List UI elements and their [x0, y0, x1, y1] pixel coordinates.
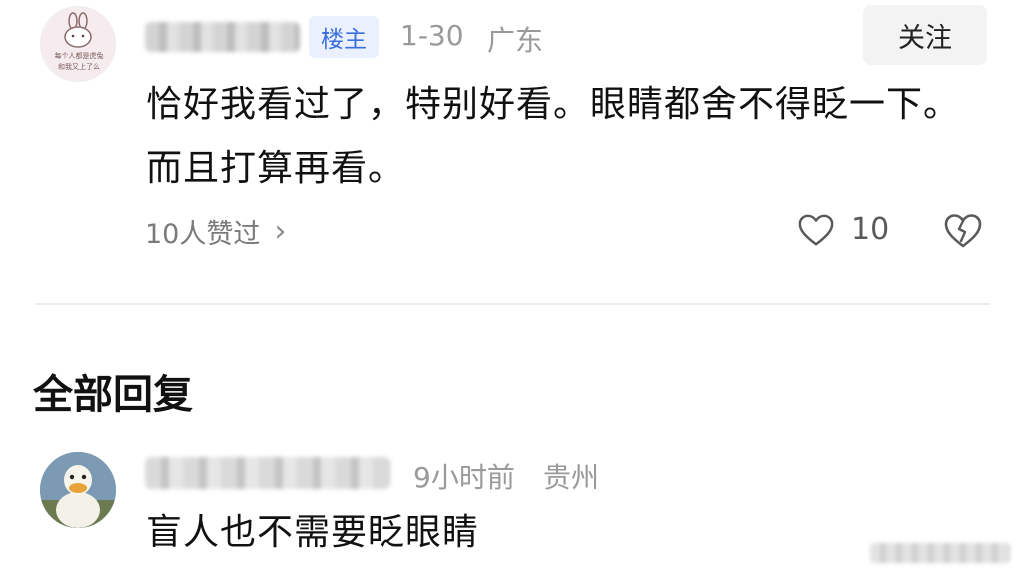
svg-text:每个人都是虎兔: 每个人都是虎兔	[55, 51, 104, 60]
bunny-avatar-icon: 每个人都是虎兔 和我又上了么	[41, 7, 115, 81]
op-date: 1-30	[400, 19, 464, 52]
reply-avatar[interactable]	[40, 452, 116, 528]
reply-text: 盲人也不需要眨眼睛	[146, 512, 480, 553]
op-badge: 楼主	[309, 16, 379, 58]
broken-heart-icon[interactable]	[943, 211, 983, 251]
likers-link[interactable]: 10人赞过 ›	[145, 212, 286, 251]
chevron-right-icon: ›	[274, 214, 287, 249]
follow-button[interactable]: 关注	[863, 5, 987, 65]
all-replies-title: 全部回复	[33, 372, 193, 418]
svg-text:和我又上了么: 和我又上了么	[58, 62, 100, 71]
likers-label: 10人赞过	[145, 219, 261, 250]
watermark-redacted	[870, 543, 1010, 563]
divider	[35, 303, 990, 305]
op-comment-text: 恰好我看过了，特别好看。眼睛都舍不得眨一下。而且打算再看。	[146, 84, 961, 189]
reply-location: 贵州	[543, 461, 600, 494]
reply-username-redacted[interactable]	[145, 457, 390, 489]
reply-time: 9小时前	[413, 461, 515, 494]
op-username-redacted[interactable]	[145, 22, 300, 52]
op-avatar[interactable]: 每个人都是虎兔 和我又上了么	[40, 6, 116, 82]
like-count: 10	[851, 212, 890, 247]
duck-avatar-icon	[40, 452, 116, 528]
heart-outline-icon[interactable]	[797, 212, 835, 250]
op-location: 广东	[487, 24, 544, 57]
